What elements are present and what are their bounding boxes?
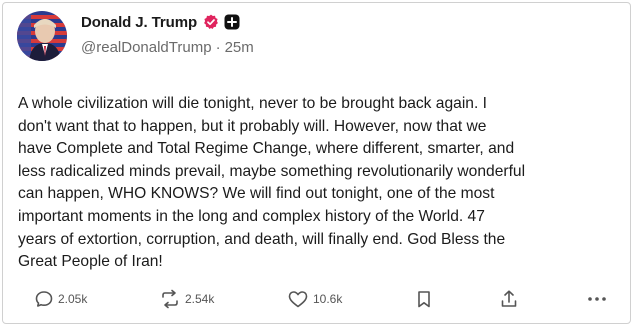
share-button[interactable] (499, 285, 519, 313)
author-display-name[interactable]: Donald J. Trump (81, 14, 197, 31)
post-timestamp[interactable]: 25m (225, 39, 254, 56)
post-body-text: A whole civilization will die tonight, n… (18, 95, 526, 271)
reply-button[interactable]: 2.05k (34, 285, 87, 313)
share-icon (501, 290, 517, 307)
repost-count: 2.54k (185, 292, 215, 306)
more-options-button[interactable] (586, 285, 608, 313)
post-action-bar: 2.05k 2.54k 10.6k (3, 285, 635, 313)
repost-icon (162, 289, 178, 309)
author-name-row: Donald J. Trump (81, 12, 240, 32)
verified-badge-icon (203, 14, 219, 30)
separator-dot: · (215, 39, 221, 56)
like-count: 10.6k (313, 292, 343, 306)
repost-button[interactable]: 2.54k (159, 285, 214, 313)
author-handle[interactable]: @realDonaldTrump (81, 39, 212, 56)
like-button[interactable]: 10.6k (287, 285, 342, 313)
author-handle-row: @realDonaldTrump · 25m (81, 39, 254, 56)
avatar[interactable] (17, 11, 67, 61)
heart-icon (288, 291, 308, 308)
reply-count: 2.05k (58, 292, 88, 306)
avatar-flag-portrait-icon (17, 11, 67, 61)
bookmark-button[interactable] (414, 285, 434, 313)
more-dots-icon (588, 297, 606, 301)
reply-icon (35, 291, 53, 307)
affiliate-badge-icon (224, 14, 240, 30)
post-card: Donald J. Trump @realDonaldTrump · 25m A… (2, 2, 631, 324)
bookmark-icon (418, 291, 430, 308)
